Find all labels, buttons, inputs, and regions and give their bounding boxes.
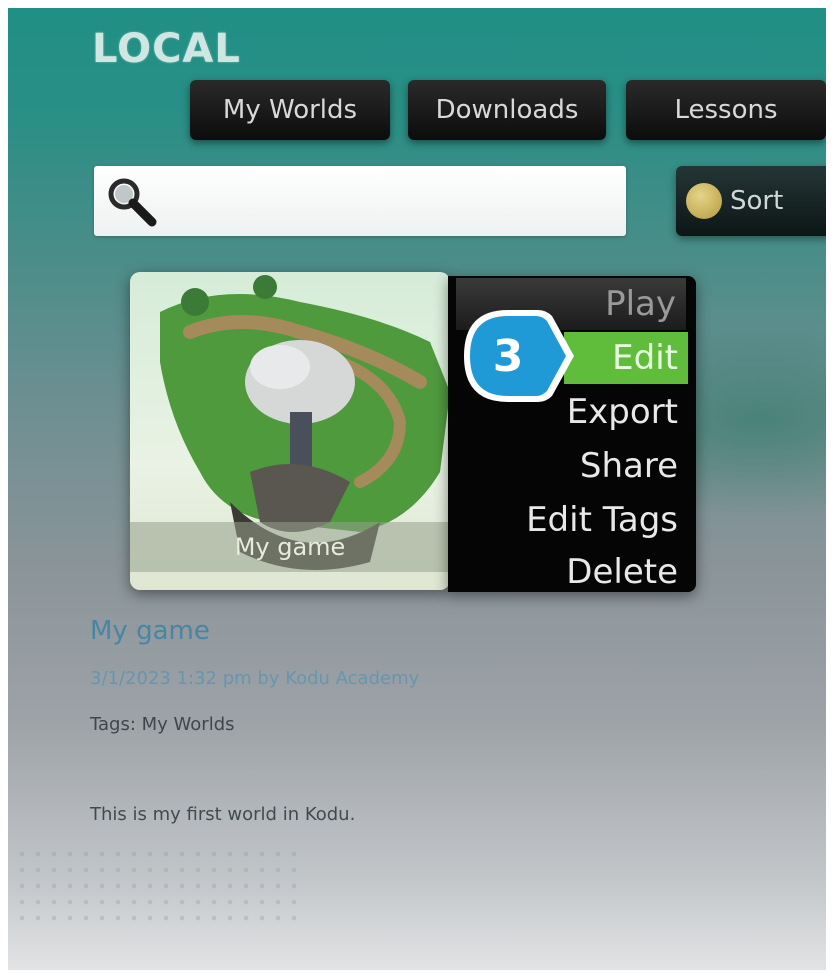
thumbnail-caption: My game bbox=[130, 522, 450, 572]
world-description: This is my first world in Kodu. bbox=[90, 804, 356, 825]
search-input[interactable] bbox=[166, 176, 610, 226]
menu-item-share[interactable]: Share bbox=[448, 440, 688, 492]
menu-item-label: Edit Tags bbox=[526, 500, 678, 540]
world-thumbnail[interactable]: My game bbox=[130, 272, 450, 590]
tab-my-worlds[interactable]: My Worlds bbox=[190, 80, 390, 140]
search-bar[interactable] bbox=[94, 166, 626, 236]
menu-item-delete[interactable]: Delete bbox=[448, 546, 688, 598]
menu-item-label: Edit bbox=[612, 338, 678, 378]
world-tags: Tags: My Worlds bbox=[90, 714, 235, 735]
menu-item-edit-tags[interactable]: Edit Tags bbox=[448, 494, 688, 546]
menu-item-label: Play bbox=[605, 284, 676, 324]
sort-label: Sort bbox=[730, 186, 784, 216]
menu-item-edit[interactable]: Edit bbox=[564, 332, 688, 384]
search-icon bbox=[102, 172, 162, 232]
world-title[interactable]: My game bbox=[90, 616, 210, 646]
sort-button[interactable]: Sort bbox=[676, 166, 834, 236]
menu-item-label: Delete bbox=[566, 552, 678, 592]
step-number: 3 bbox=[492, 330, 524, 382]
menu-item-label: Share bbox=[579, 446, 678, 486]
tab-lessons[interactable]: Lessons bbox=[626, 80, 826, 140]
section-title: LOCAL bbox=[92, 26, 241, 72]
world-meta: 3/1/2023 1:32 pm by Kodu Academy bbox=[90, 668, 420, 689]
menu-item-label: Export bbox=[566, 392, 678, 432]
tab-downloads[interactable]: Downloads bbox=[408, 80, 606, 140]
sort-icon bbox=[686, 183, 722, 219]
dot-pattern bbox=[14, 846, 304, 926]
